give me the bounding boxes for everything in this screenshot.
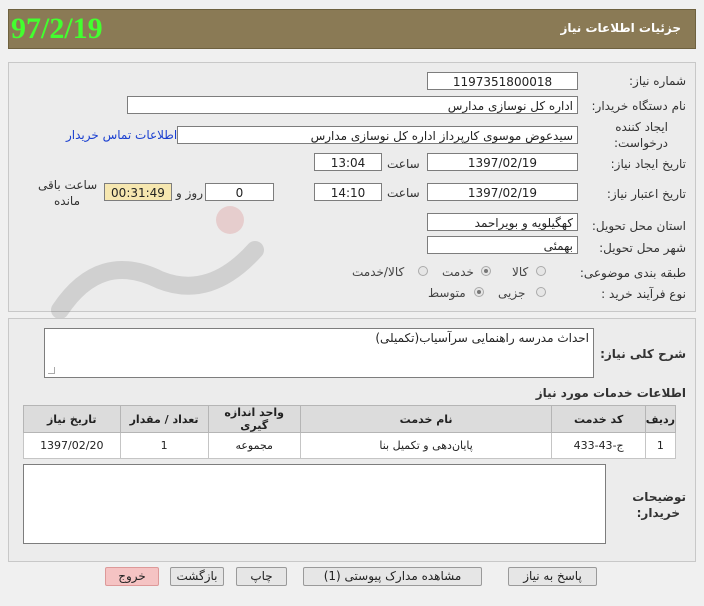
page-title: جزئیات اطلاعات نیاز	[560, 21, 681, 35]
announce-date-label: تاریخ ایجاد نیاز:	[610, 157, 686, 171]
cell-quantity: 1	[119, 432, 209, 459]
need-number-label: شماره نیاز:	[629, 74, 686, 88]
buyer-notes-label-2: خریدار:	[636, 506, 680, 520]
province-field: کهگیلویه و بویراحمد	[427, 213, 578, 231]
requester-label-2: درخواست:	[614, 136, 668, 150]
category-radio-goods[interactable]	[536, 266, 546, 276]
cell-row: 1	[644, 432, 677, 459]
remaining-label-1: ساعت باقی	[38, 178, 98, 192]
col-quantity: تعداد / مقدار	[119, 405, 209, 433]
remaining-time-field: 00:31:49	[104, 183, 172, 201]
process-option-medium: متوسط	[428, 286, 466, 300]
exit-button[interactable]: خروج	[105, 567, 159, 586]
description-resize-handle[interactable]	[48, 367, 55, 374]
cell-need-date: 1397/02/20	[23, 432, 121, 459]
header-date: 97/2/19	[11, 12, 103, 45]
process-radio-minor[interactable]	[536, 287, 546, 297]
view-attachments-button[interactable]: مشاهده مدارک پیوستی (1)	[303, 567, 482, 586]
services-table: ردیف کد خدمت نام خدمت واحد اندازه گیری ت…	[23, 405, 677, 459]
city-field: بهمئی	[427, 236, 578, 254]
services-header-row: ردیف کد خدمت نام خدمت واحد اندازه گیری ت…	[23, 405, 677, 433]
validity-time-field: 14:10	[314, 183, 382, 201]
cell-unit: مجموعه	[207, 432, 301, 459]
need-number-field: 1197351800018	[427, 72, 578, 90]
page-header: 97/2/19 جزئیات اطلاعات نیاز	[8, 9, 696, 49]
province-label: استان محل تحویل:	[591, 219, 686, 233]
cell-service-code: ج-43-433	[551, 432, 646, 459]
remaining-days-field: 0	[205, 183, 274, 201]
col-service-name: نام خدمت	[299, 405, 553, 433]
category-option-goods: کالا	[512, 265, 529, 279]
buyer-contact-link[interactable]: اطلاعات تماس خریدار	[66, 128, 177, 142]
col-service-code: کد خدمت	[551, 405, 646, 433]
col-need-date: تاریخ نیاز	[23, 405, 121, 433]
validity-time-label: ساعت	[387, 186, 420, 200]
announce-time-label: ساعت	[387, 157, 420, 171]
buyer-org-label: نام دستگاه خریدار:	[591, 99, 687, 113]
remaining-label-2: مانده	[54, 194, 81, 208]
back-button[interactable]: بازگشت	[170, 567, 224, 586]
category-label: طبقه بندی موضوعی:	[579, 266, 686, 280]
buyer-org-field: اداره کل نوسازی مدارس	[127, 96, 578, 114]
buyer-notes-label-1: توضیحات	[632, 490, 686, 504]
city-label: شهر محل تحویل:	[599, 241, 686, 255]
services-title: اطلاعات خدمات مورد نیاز	[535, 386, 686, 400]
buyer-notes-field	[23, 464, 606, 544]
process-option-minor: جزیی	[498, 286, 526, 300]
print-button[interactable]: چاپ	[236, 567, 287, 586]
requester-field: سیدعوض موسوی کارپرداز اداره کل نوسازی مد…	[177, 126, 578, 144]
process-radio-medium[interactable]	[474, 287, 484, 297]
category-radio-goods-service[interactable]	[418, 266, 428, 276]
cell-service-name: پایان‌دهی و تکمیل بنا	[299, 432, 553, 459]
days-label: روز و	[176, 186, 203, 200]
description-label: شرح کلی نیاز:	[600, 347, 686, 361]
category-option-goods-service: کالا/خدمت	[352, 265, 405, 279]
announce-time-field: 13:04	[314, 153, 382, 171]
col-unit: واحد اندازه گیری	[207, 405, 301, 433]
announce-date-field: 1397/02/19	[427, 153, 578, 171]
validity-date-field: 1397/02/19	[427, 183, 578, 201]
description-field: احداث مدرسه راهنمایی سرآسیاب(تکمیلی)	[44, 328, 594, 378]
validity-date-label: تاریخ اعتبار نیاز:	[606, 187, 686, 201]
category-option-service: خدمت	[442, 265, 474, 279]
process-label: نوع فرآیند خرید :	[601, 287, 686, 301]
table-row: 1 ج-43-433 پایان‌دهی و تکمیل بنا مجموعه …	[23, 432, 677, 459]
col-row: ردیف	[644, 405, 677, 433]
category-radio-service[interactable]	[481, 266, 491, 276]
reply-button[interactable]: پاسخ به نیاز	[508, 567, 597, 586]
requester-label-1: ایجاد کننده	[615, 120, 668, 134]
